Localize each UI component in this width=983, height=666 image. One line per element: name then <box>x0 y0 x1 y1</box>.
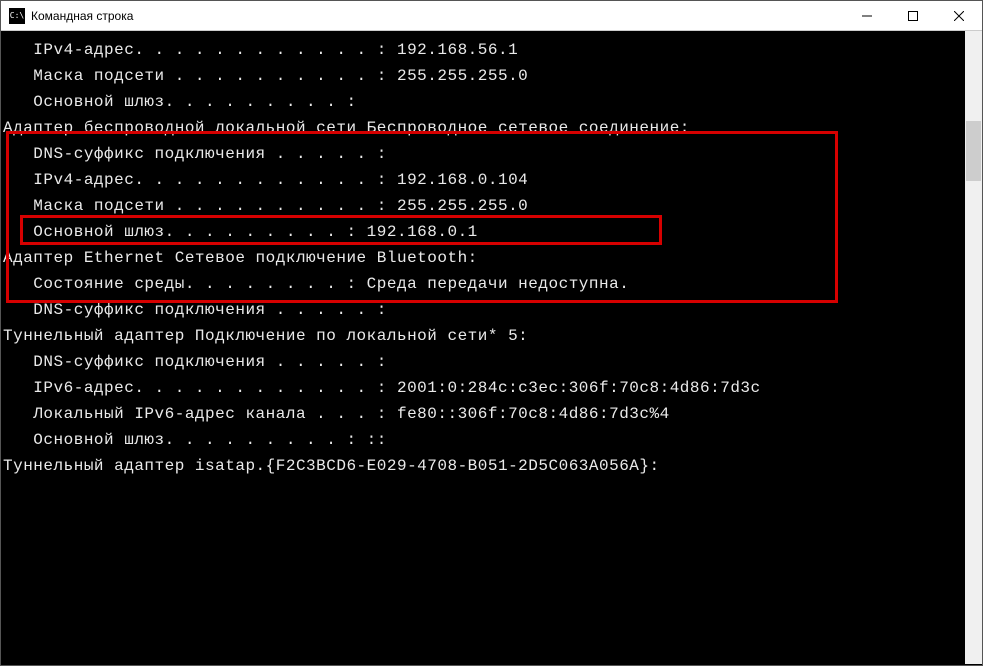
close-icon <box>954 11 964 21</box>
terminal-line: Состояние среды. . . . . . . . : Среда п… <box>3 271 980 297</box>
vertical-scrollbar[interactable] <box>965 31 982 664</box>
minimize-button[interactable] <box>844 1 890 30</box>
terminal-line: Адаптер Ethernet Сетевое подключение Blu… <box>3 245 980 271</box>
terminal-line: Маска подсети . . . . . . . . . . : 255.… <box>3 63 980 89</box>
scrollbar-thumb[interactable] <box>966 121 981 181</box>
terminal-line: Адаптер беспроводной локальной сети Бесп… <box>3 115 980 141</box>
terminal-line: IPv4-адрес. . . . . . . . . . . . : 192.… <box>3 37 980 63</box>
terminal-line: Основной шлюз. . . . . . . . . : :: <box>3 427 980 453</box>
terminal-line: Основной шлюз. . . . . . . . . : 192.168… <box>3 219 980 245</box>
terminal-line: IPv6-адрес. . . . . . . . . . . . : 2001… <box>3 375 980 401</box>
terminal-area[interactable]: IPv4-адрес. . . . . . . . . . . . : 192.… <box>1 31 982 665</box>
app-icon: C:\ <box>9 8 25 24</box>
window-title: Командная строка <box>31 9 133 23</box>
window-controls <box>844 1 982 30</box>
maximize-button[interactable] <box>890 1 936 30</box>
terminal-line: Маска подсети . . . . . . . . . . : 255.… <box>3 193 980 219</box>
titlebar[interactable]: C:\ Командная строка <box>1 1 982 31</box>
terminal-line: Основной шлюз. . . . . . . . . : <box>3 89 980 115</box>
terminal-line: Локальный IPv6-адрес канала . . . : fe80… <box>3 401 980 427</box>
terminal-line: DNS-суффикс подключения . . . . . : <box>3 349 980 375</box>
terminal-line: DNS-суффикс подключения . . . . . : <box>3 141 980 167</box>
terminal-output: IPv4-адрес. . . . . . . . . . . . : 192.… <box>1 31 982 485</box>
minimize-icon <box>862 11 872 21</box>
command-prompt-window: C:\ Командная строка IPv4-адрес. . . . .… <box>0 0 983 666</box>
terminal-line: Туннельный адаптер isatap.{F2C3BCD6-E029… <box>3 453 980 479</box>
terminal-line: DNS-суффикс подключения . . . . . : <box>3 297 980 323</box>
close-button[interactable] <box>936 1 982 30</box>
terminal-line: Туннельный адаптер Подключение по локаль… <box>3 323 980 349</box>
maximize-icon <box>908 11 918 21</box>
terminal-line: IPv4-адрес. . . . . . . . . . . . : 192.… <box>3 167 980 193</box>
